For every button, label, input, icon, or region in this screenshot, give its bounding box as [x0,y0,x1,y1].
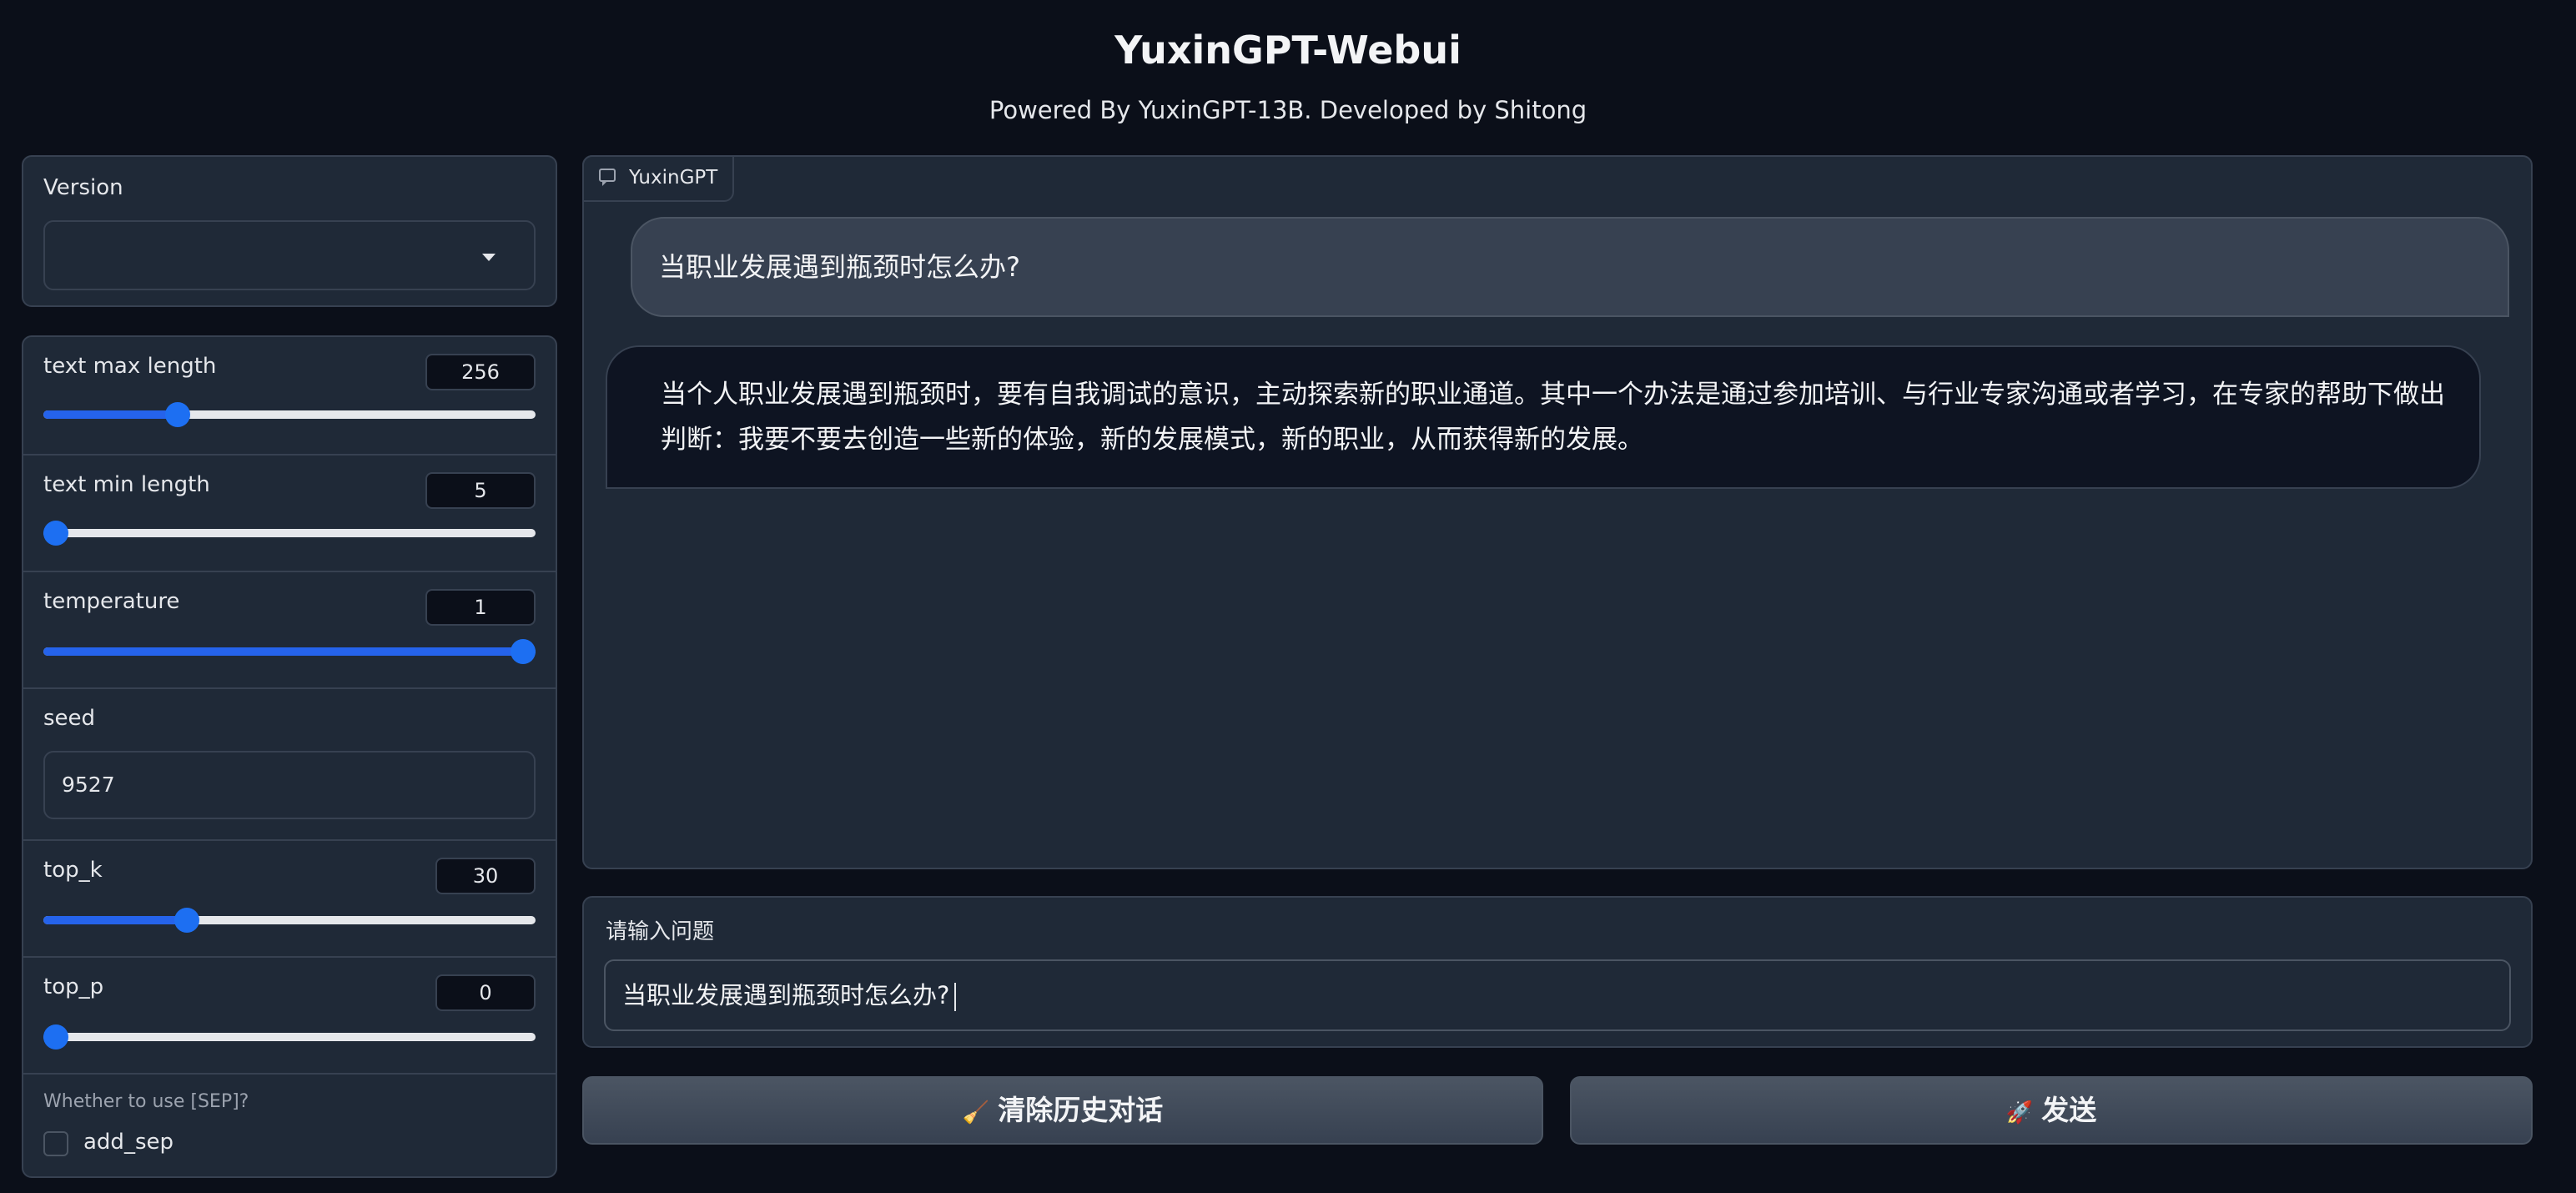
slider-thumb[interactable] [511,639,536,664]
add-sep-label[interactable]: add_sep [83,1130,174,1155]
param-text-min-length: text min length 5 [23,456,556,572]
chatbot-label-text: YuxinGPT [629,167,718,189]
temperature-number-input[interactable]: 1 [425,589,536,626]
send-button[interactable]: 🚀 发送 [1570,1076,2533,1145]
chevron-down-icon [482,254,496,261]
text-min-length-label: text min length [43,472,210,497]
rocket-icon: 🚀 [2005,1100,2034,1125]
top-p-slider[interactable] [43,1024,536,1050]
slider-fill [43,916,182,924]
param-add-sep: Whether to use [SEP]? add_sep [23,1075,556,1176]
slider-thumb[interactable] [164,402,190,427]
slider-thumb[interactable] [174,908,199,933]
temperature-label: temperature [43,589,180,614]
app-subtitle: Powered By YuxinGPT-13B. Developed by Sh… [989,96,1587,124]
question-input[interactable]: 当职业发展遇到瓶颈时怎么办? [604,959,2511,1031]
slider-thumb[interactable] [43,1024,68,1050]
top-k-slider[interactable] [43,908,536,933]
slider-track [43,1033,536,1041]
question-input-text: 当职业发展遇到瓶颈时怎么办? [622,981,950,1009]
param-text-max-length: text max length 256 [23,337,556,456]
param-top-k: top_k 30 [23,841,556,958]
question-panel: 请输入问题 当职业发展遇到瓶颈时怎么办? [582,896,2533,1048]
bot-message: 当个人职业发展遇到瓶颈时，要有自我调试的意识，主动探索新的职业通道。其中一个办法… [606,345,2481,489]
user-message: 当职业发展遇到瓶颈时怎么办? [631,217,2509,317]
add-sep-checkbox[interactable] [43,1131,68,1156]
param-temperature: temperature 1 [23,572,556,689]
seed-label: seed [43,706,96,731]
top-p-label: top_p [43,974,104,999]
text-max-length-number-input[interactable]: 256 [425,354,536,390]
slider-track [43,529,536,537]
param-top-p: top_p 0 [23,958,556,1075]
text-min-length-slider[interactable] [43,521,536,546]
temperature-slider[interactable] [43,639,536,664]
broom-icon: 🧹 [962,1100,990,1125]
text-max-length-slider[interactable] [43,402,536,427]
clear-history-button[interactable]: 🧹 清除历史对话 [582,1076,1543,1145]
text-min-length-number-input[interactable]: 5 [425,472,536,509]
version-panel: Version [22,155,557,307]
sep-info-text: Whether to use [SEP]? [43,1091,249,1112]
clear-history-label: 清除历史对话 [998,1094,1164,1126]
top-p-number-input[interactable]: 0 [435,974,536,1011]
seed-input[interactable]: 9527 [43,751,536,819]
version-label: Version [43,175,123,200]
send-label: 发送 [2041,1094,2097,1126]
version-dropdown[interactable] [43,220,536,290]
chatbot-label: YuxinGPT [582,155,735,202]
slider-fill [43,410,172,419]
params-panel: text max length 256 text min length 5 te… [22,335,557,1178]
slider-thumb[interactable] [43,521,68,546]
chatbot-panel: YuxinGPT 当职业发展遇到瓶颈时怎么办? 当个人职业发展遇到瓶颈时，要有自… [582,155,2533,869]
top-k-label: top_k [43,858,103,883]
param-seed: seed 9527 [23,689,556,841]
chat-bubble-icon [599,169,616,186]
text-max-length-label: text max length [43,354,217,379]
top-k-number-input[interactable]: 30 [435,858,536,894]
question-label: 请输入问题 [606,919,715,944]
text-cursor [954,983,957,1011]
app-title: YuxinGPT-Webui [1114,28,1462,73]
slider-fill [43,647,536,656]
